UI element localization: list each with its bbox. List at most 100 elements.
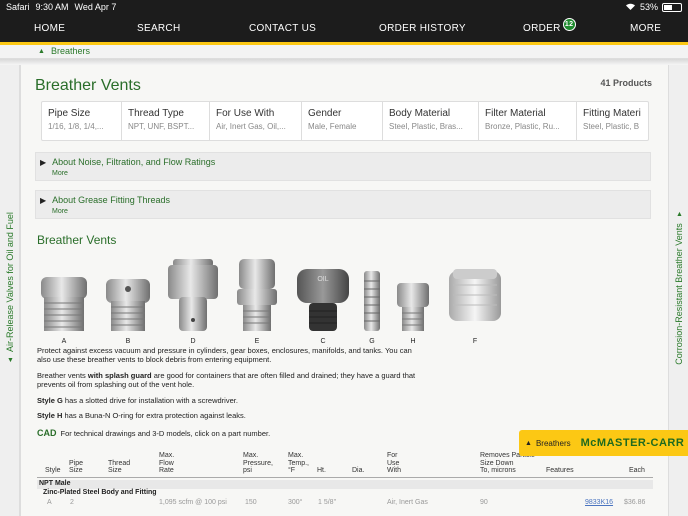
column-header: Max. Temp., °F — [288, 451, 310, 475]
product-a[interactable]: A — [37, 273, 91, 345]
date-label: Wed Apr 7 — [74, 2, 117, 12]
cad-note: CAD For technical drawings and 3-D model… — [37, 428, 270, 438]
product-f[interactable]: F — [445, 265, 505, 345]
accordion-title: About Noise, Filtration, and Flow Rating… — [52, 157, 216, 167]
product-h[interactable]: H — [393, 279, 433, 345]
filter-filter-material[interactable]: Filter Material Bronze, Plastic, Ru... — [479, 102, 577, 140]
column-header: For Use With — [387, 451, 401, 475]
filter-values: Steel, Plastic, Bras... — [389, 122, 463, 131]
status-bar: Safari 9:30 AM Wed Apr 7 53% — [0, 0, 688, 14]
cell-price: $36.86 — [624, 499, 646, 506]
breadcrumb-label: Breathers — [50, 46, 90, 56]
column-header: Ht. — [317, 467, 326, 475]
product-g[interactable]: G — [361, 267, 383, 345]
filter-values: 1/16, 1/8, 1/4,... — [48, 122, 104, 131]
breather-vent-e-image — [237, 259, 277, 331]
wifi-icon — [625, 2, 636, 13]
nav-home[interactable]: HOME — [34, 23, 65, 34]
triangle-right-icon: ▶ — [40, 157, 47, 167]
triangle-up-icon: ▲ — [525, 439, 532, 447]
column-header: Features — [546, 467, 574, 475]
product-e[interactable]: E — [233, 255, 281, 345]
top-nav: HOME SEARCH CONTACT US ORDER HISTORY ORD… — [0, 14, 688, 42]
triangle-right-icon: ▲ — [675, 211, 683, 219]
filter-pipe-size[interactable]: Pipe Size 1/16, 1/8, 1/4,... — [42, 102, 122, 140]
product-label: F — [472, 338, 478, 345]
product-label: A — [61, 338, 67, 345]
column-header: Thread Size — [108, 459, 131, 475]
product-c[interactable]: OIL C — [295, 265, 351, 345]
nav-order-label: ORDER — [523, 23, 561, 34]
triangle-right-icon: ▶ — [40, 195, 47, 205]
breather-vent-b-image — [106, 279, 150, 331]
time-label: 9:30 AM — [35, 2, 69, 12]
text-span-bold: with splash guard — [87, 370, 152, 380]
cell-height: 1 5/8" — [318, 499, 337, 506]
filter-name: For Use With — [216, 108, 275, 119]
product-label: H — [410, 338, 416, 345]
column-header: Dia. — [352, 467, 365, 475]
breadcrumb[interactable]: ▲ Breathers — [38, 46, 90, 56]
filter-bar: Pipe Size 1/16, 1/8, 1/4,... Thread Type… — [41, 101, 649, 141]
column-header: Each — [629, 467, 645, 475]
nav-order[interactable]: ORDER 12 — [523, 18, 576, 34]
filter-name: Pipe Size — [48, 108, 91, 119]
more-link[interactable]: More — [52, 208, 68, 215]
column-header: Style — [45, 467, 61, 475]
filter-values: Steel, Plastic, B — [583, 122, 640, 131]
product-b[interactable]: B — [103, 275, 153, 345]
product-d[interactable]: D — [165, 255, 221, 345]
text-span: has a Buna-N O-ring for extra protection… — [62, 410, 246, 420]
column-header: Pipe Size — [69, 459, 84, 475]
battery-percent: 53% — [639, 2, 658, 12]
product-label: B — [125, 338, 131, 345]
filter-body-material[interactable]: Body Material Steel, Plastic, Bras... — [383, 102, 479, 140]
table-row[interactable]: A 2 1,095 scfm @ 100 psi 150 300° 1 5/8"… — [37, 498, 653, 508]
text-span: Breather vents — [37, 370, 88, 380]
description-paragraph: Style G has a slotted drive for installa… — [37, 396, 417, 405]
filter-values: Male, Female — [308, 122, 357, 131]
svg-text:OIL: OIL — [317, 276, 328, 283]
nav-order-history[interactable]: ORDER HISTORY — [379, 23, 466, 34]
filter-name: Fitting Materi — [583, 108, 641, 119]
filter-name: Filter Material — [485, 108, 546, 119]
filter-gender[interactable]: Gender Male, Female — [302, 102, 383, 140]
promo-breathers: ▲ Breathers — [525, 439, 571, 448]
description: Protect against excess vacuum and pressu… — [37, 346, 417, 426]
breather-vent-g-image — [364, 271, 380, 331]
promo-tab[interactable]: ▲ Breathers McMASTER-CARR — [519, 430, 688, 456]
breather-vent-a-image — [41, 277, 87, 331]
breather-vent-f-image — [449, 269, 501, 321]
product-label: C — [320, 338, 326, 345]
breather-vent-d-image — [168, 259, 218, 331]
filter-fitting-material[interactable]: Fitting Materi Steel, Plastic, B — [577, 102, 648, 140]
accordion-grease-fitting[interactable]: ▶ About Grease Fitting Threads More — [35, 190, 651, 219]
cell-pipe-size: 2 — [70, 499, 74, 506]
text-span: has a slotted drive for installation wit… — [62, 395, 238, 405]
left-rail-label: Air-Release Valves for Oil and Fuel — [5, 212, 15, 352]
accordion-noise-filtration[interactable]: ▶ About Noise, Filtration, and Flow Rati… — [35, 152, 651, 181]
cell-pressure: 150 — [245, 499, 257, 506]
filter-thread-type[interactable]: Thread Type NPT, UNF, BSPT... — [122, 102, 210, 140]
cell-temp: 300° — [288, 499, 303, 506]
cell-use-with: Air, Inert Gas — [387, 499, 428, 506]
left-rail[interactable]: ▼ Air-Release Valves for Oil and Fuel — [0, 65, 20, 516]
product-images: A B D E OIL C G H F — [31, 255, 511, 347]
column-header: Max. Flow Rate — [159, 451, 175, 475]
triangle-up-icon: ▲ — [38, 47, 45, 55]
description-paragraph: Breather vents with splash guard are goo… — [37, 371, 417, 390]
more-link[interactable]: More — [52, 170, 68, 177]
table-group-row: NPT Male — [37, 480, 653, 489]
nav-search[interactable]: SEARCH — [137, 23, 180, 34]
filter-for-use-with[interactable]: For Use With Air, Inert Gas, Oil,... — [210, 102, 302, 140]
section-title: Breather Vents — [37, 233, 117, 247]
cell-flow-rate: 1,095 scfm @ 100 psi — [159, 499, 227, 506]
nav-more[interactable]: MORE — [630, 23, 661, 34]
part-number-link[interactable]: 9833K16 — [585, 499, 613, 506]
battery-icon — [662, 2, 682, 12]
text-span-bold: Style H — [37, 410, 63, 420]
nav-contact-us[interactable]: CONTACT US — [249, 23, 316, 34]
product-count: 41 Products — [600, 78, 652, 88]
table-subgroup-row: Zinc-Plated Steel Body and Fitting — [43, 489, 157, 496]
filter-name: Thread Type — [128, 108, 184, 119]
